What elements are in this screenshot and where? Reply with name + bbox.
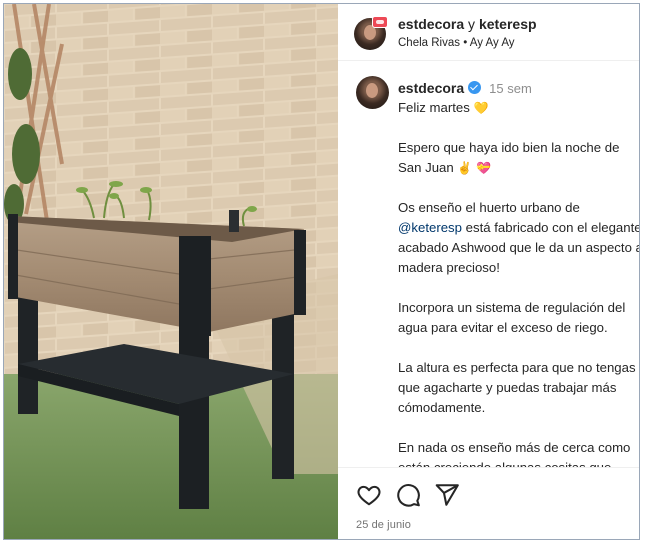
caption-avatar[interactable]: [356, 76, 389, 109]
post-window: estdecora y keteresp Chela Rivas • Ay Ay…: [3, 3, 640, 540]
caption-p2-text: Espero que haya ido bien la noche de San…: [398, 140, 620, 175]
action-bar: 25 de junio: [338, 467, 639, 539]
post-header: estdecora y keteresp Chela Rivas • Ay Ay…: [338, 4, 639, 61]
caption-header: estdecora 15 sem: [398, 80, 532, 96]
caption-section: estdecora 15 sem Feliz martes 💛 Espero qu…: [338, 61, 639, 467]
header-accounts: estdecora y keteresp: [398, 16, 537, 32]
caption-username[interactable]: estdecora: [398, 80, 464, 96]
collab-badge-icon: [372, 16, 388, 28]
caption-paragraph-1: Feliz martes 💛: [398, 98, 639, 118]
caption-text: Feliz martes 💛 Espero que haya ido bien …: [398, 98, 639, 467]
caption-p3-before: Os enseño el huerto urbano de: [398, 200, 580, 215]
caption-p1-text: Feliz martes: [398, 100, 470, 115]
post-sidebar: estdecora y keteresp Chela Rivas • Ay Ay…: [338, 4, 639, 539]
header-account-primary[interactable]: estdecora: [398, 16, 464, 32]
comment-icon[interactable]: [395, 482, 421, 508]
heart-icon[interactable]: [356, 482, 382, 508]
header-account-secondary[interactable]: keteresp: [479, 16, 537, 32]
caption-time-ago[interactable]: 15 sem: [489, 81, 532, 96]
mention-link[interactable]: @keteresp: [398, 220, 462, 235]
header-joiner: y: [464, 16, 479, 32]
post-date[interactable]: 25 de junio: [356, 519, 411, 531]
verified-badge-icon: [468, 81, 482, 94]
victory-hand-icon: ✌: [457, 161, 473, 175]
caption-paragraph-5: La altura es perfecta para que no tengas…: [398, 360, 636, 415]
caption-paragraph-2: Espero que haya ido bien la noche de San…: [398, 138, 639, 178]
planter-photo-illustration: [4, 4, 338, 539]
caption-paragraph-6: En nada os enseño más de cerca como está…: [398, 440, 631, 467]
yellow-heart-icon: 💛: [473, 101, 489, 115]
caption-paragraph-3: Os enseño el huerto urbano de @keteresp …: [398, 198, 639, 278]
caption-paragraph-4: Incorpora un sistema de regulación del a…: [398, 300, 626, 335]
heart-ribbon-icon: 💝: [476, 161, 491, 175]
audio-attribution[interactable]: Chela Rivas • Ay Ay Ay: [398, 37, 515, 49]
post-photo[interactable]: [4, 4, 338, 539]
share-icon[interactable]: [434, 482, 460, 508]
